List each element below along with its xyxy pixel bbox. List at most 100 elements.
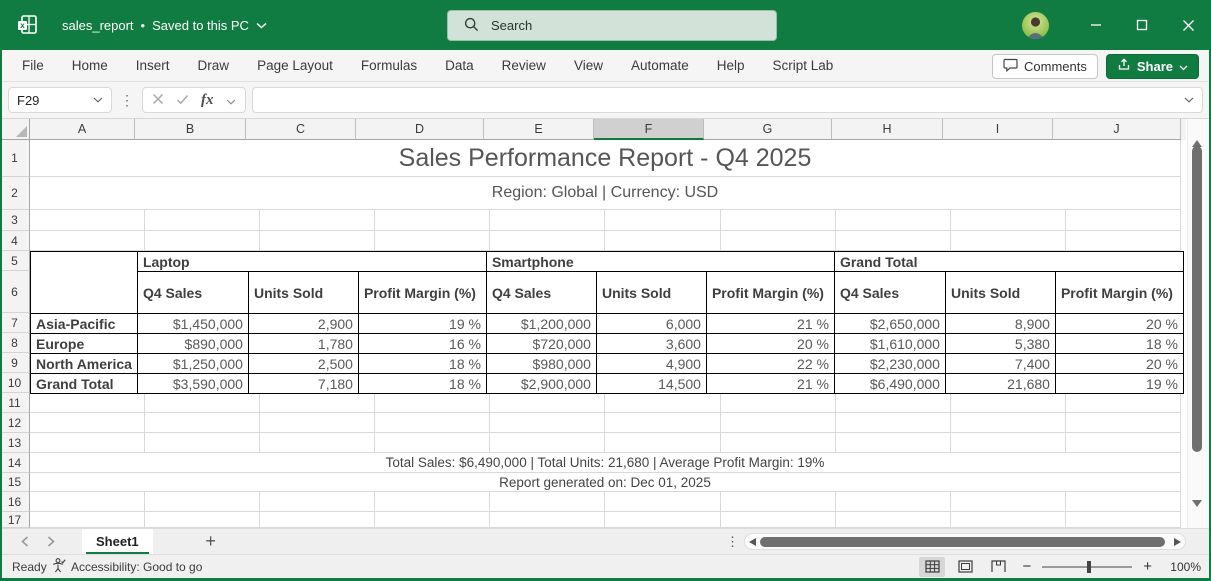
table-cell[interactable]: $980,000: [486, 354, 596, 374]
table-cell[interactable]: $890,000: [137, 334, 248, 354]
grid-cell-I17[interactable]: [951, 512, 1066, 528]
section-header-laptop[interactable]: Laptop: [137, 252, 486, 272]
grid-cell-D12[interactable]: [375, 413, 490, 433]
column-header-c[interactable]: C: [246, 119, 356, 140]
view-normal-button[interactable]: [919, 557, 945, 577]
grid-cell-I11[interactable]: [951, 393, 1066, 413]
metric-header-profit-margin-[interactable]: Profit Margin (%): [358, 272, 486, 314]
grid-cell-D4[interactable]: [375, 231, 490, 251]
table-cell[interactable]: 14,500: [596, 374, 706, 394]
ribbon-tab-help[interactable]: Help: [703, 50, 759, 81]
row-header-16[interactable]: 16: [0, 492, 30, 512]
table-cell[interactable]: $2,900,000: [486, 374, 596, 394]
section-header-smartphone[interactable]: Smartphone: [486, 252, 834, 272]
enter-check-icon[interactable]: [176, 93, 189, 108]
grid-cell-J3[interactable]: [1066, 210, 1181, 231]
grid-cell-E4[interactable]: [490, 231, 605, 251]
grid-cell-I12[interactable]: [951, 413, 1066, 433]
row-header-5[interactable]: 5: [0, 251, 30, 271]
metric-header-profit-margin-[interactable]: Profit Margin (%): [1055, 272, 1183, 314]
sheet-nav-next-icon[interactable]: [38, 529, 64, 555]
column-header-f[interactable]: F: [594, 119, 704, 140]
row-header-7[interactable]: 7: [0, 313, 30, 333]
grid-cell-A4[interactable]: [30, 231, 145, 251]
table-cell[interactable]: $6,490,000: [834, 374, 945, 394]
table-cell[interactable]: 4,900: [596, 354, 706, 374]
table-cell[interactable]: $1,250,000: [137, 354, 248, 374]
table-cell[interactable]: 7,400: [945, 354, 1055, 374]
formula-input[interactable]: [261, 93, 1185, 108]
merged-cell-row-1[interactable]: Sales Performance Report - Q4 2025: [30, 140, 1181, 177]
horizontal-scrollbar[interactable]: [744, 533, 1186, 550]
grid-cell-A11[interactable]: [30, 393, 145, 413]
share-button[interactable]: Share: [1106, 54, 1199, 79]
row-header-10[interactable]: 10: [0, 373, 30, 393]
ribbon-tab-data[interactable]: Data: [431, 50, 488, 81]
zoom-slider-thumb[interactable]: [1087, 561, 1091, 573]
table-cell[interactable]: 16 %: [358, 334, 486, 354]
grid-cell-F17[interactable]: [605, 512, 720, 528]
scroll-up-icon[interactable]: [1192, 125, 1202, 140]
grid-cell-H13[interactable]: [836, 433, 951, 453]
column-header-i[interactable]: I: [943, 119, 1053, 140]
grid-cell-B12[interactable]: [145, 413, 260, 433]
row-header-12[interactable]: 12: [0, 413, 30, 433]
grid-cell-G12[interactable]: [721, 413, 836, 433]
grid-cell-B17[interactable]: [145, 512, 260, 528]
row-label-asia-pacific[interactable]: Asia-Pacific: [31, 314, 138, 334]
grid-cell-H4[interactable]: [836, 231, 951, 251]
view-page-break-button[interactable]: [985, 557, 1011, 577]
grid-cell-D16[interactable]: [375, 492, 490, 512]
table-cell[interactable]: 2,900: [248, 314, 358, 334]
cancel-icon[interactable]: [152, 93, 164, 108]
row-header-3[interactable]: 3: [0, 210, 30, 231]
grid-cell-B16[interactable]: [145, 492, 260, 512]
table-cell[interactable]: 19 %: [1055, 374, 1183, 394]
table-cell[interactable]: $1,450,000: [137, 314, 248, 334]
grid-cell-G13[interactable]: [721, 433, 836, 453]
table-cell[interactable]: 8,900: [945, 314, 1055, 334]
grid-cell-J11[interactable]: [1066, 393, 1181, 413]
table-cell[interactable]: 1,780: [248, 334, 358, 354]
name-box[interactable]: F29: [8, 87, 112, 113]
row-header-14[interactable]: 14: [0, 453, 30, 473]
grid-cell-C16[interactable]: [260, 492, 375, 512]
row-header-9[interactable]: 9: [0, 353, 30, 373]
grid-cell-C11[interactable]: [260, 393, 375, 413]
table-cell[interactable]: $720,000: [486, 334, 596, 354]
grid-cell-C4[interactable]: [260, 231, 375, 251]
grid-cell-A16[interactable]: [30, 492, 145, 512]
table-cell[interactable]: $3,590,000: [137, 374, 248, 394]
table-cell[interactable]: $2,650,000: [834, 314, 945, 334]
sheet-tab-sheet1[interactable]: Sheet1: [82, 529, 153, 555]
column-header-h[interactable]: H: [832, 119, 943, 140]
table-cell[interactable]: 18 %: [1055, 334, 1183, 354]
grid-cell-F16[interactable]: [605, 492, 720, 512]
sheet-nav-prev-icon[interactable]: [12, 529, 38, 555]
grid-cell-G17[interactable]: [721, 512, 836, 528]
table-cell[interactable]: 18 %: [358, 354, 486, 374]
add-sheet-button[interactable]: +: [199, 531, 223, 552]
table-cell[interactable]: 21 %: [706, 374, 834, 394]
table-cell[interactable]: 22 %: [706, 354, 834, 374]
grid-cell-H11[interactable]: [836, 393, 951, 413]
ribbon-tab-insert[interactable]: Insert: [122, 50, 184, 81]
table-cell[interactable]: 21,680: [945, 374, 1055, 394]
ribbon-tab-automate[interactable]: Automate: [617, 50, 703, 81]
grid-cell-A13[interactable]: [30, 433, 145, 453]
scroll-right-icon[interactable]: [1174, 538, 1181, 546]
merged-cell-row-14[interactable]: Total Sales: $6,490,000 | Total Units: 2…: [30, 453, 1181, 473]
table-cell[interactable]: 20 %: [706, 334, 834, 354]
row-header-2[interactable]: 2: [0, 177, 30, 210]
merged-cell-row-15[interactable]: Report generated on: Dec 01, 2025: [30, 473, 1181, 492]
grid-cell-J13[interactable]: [1066, 433, 1181, 453]
metric-header-units-sold[interactable]: Units Sold: [596, 272, 706, 314]
maximize-button[interactable]: [1119, 0, 1165, 50]
vertical-scrollbar[interactable]: [1187, 119, 1207, 528]
section-header-grand-total[interactable]: Grand Total: [834, 252, 1183, 272]
ribbon-tab-home[interactable]: Home: [58, 50, 122, 81]
grid-cell-I13[interactable]: [951, 433, 1066, 453]
grid-cell-A17[interactable]: [30, 512, 145, 528]
grid-cell-H17[interactable]: [836, 512, 951, 528]
fx-chevron-icon[interactable]: [226, 93, 236, 108]
